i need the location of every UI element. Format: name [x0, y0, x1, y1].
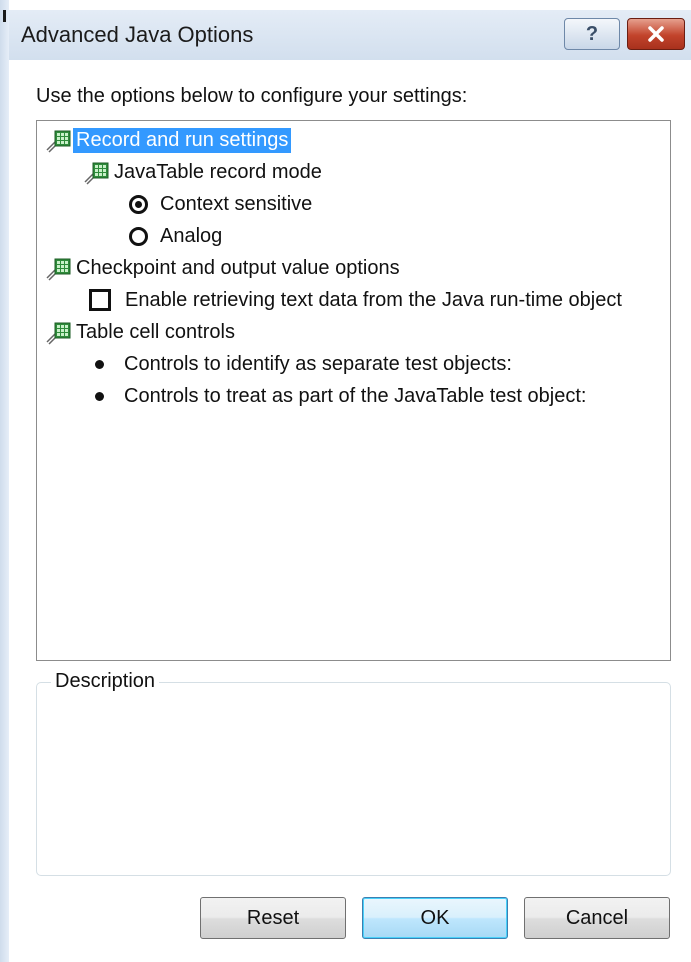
checkbox-enable-retrieving-text[interactable]: Enable retrieving text data from the Jav…	[89, 285, 622, 315]
description-label: Description	[51, 670, 160, 693]
cancel-button[interactable]: Cancel	[524, 897, 670, 939]
settings-node-icon	[46, 258, 71, 281]
settings-node-icon	[84, 162, 109, 185]
checkbox-label: Enable retrieving text data from the Jav…	[125, 288, 622, 311]
help-button[interactable]: ?	[564, 18, 620, 50]
radio-selected-icon[interactable]	[129, 194, 148, 214]
settings-node-icon	[46, 130, 71, 153]
reset-button[interactable]: Reset	[200, 897, 346, 939]
window-title: Advanced Java Options	[21, 22, 254, 47]
description-groupbox: Description	[36, 670, 671, 876]
settings-tree[interactable]: Record and run settings JavaTable record…	[36, 120, 671, 661]
radio-label: Context sensitive	[160, 192, 313, 215]
list-item-label: Controls to treat as part of the JavaTab…	[124, 384, 587, 407]
bullet-icon	[95, 391, 104, 401]
list-item-label: Controls to identify as separate test ob…	[124, 352, 512, 375]
checkbox-unchecked-icon[interactable]	[89, 289, 111, 311]
background-window-edge	[0, 0, 9, 962]
tree-node-record-run-settings[interactable]: Record and run settings	[45, 125, 292, 155]
close-icon	[648, 26, 664, 42]
tree-node-label: Record and run settings	[73, 127, 292, 153]
radio-label: Analog	[160, 224, 223, 247]
radio-analog[interactable]: Analog	[129, 221, 222, 251]
ok-button[interactable]: OK	[362, 897, 508, 939]
list-item-part-of-javatable[interactable]: Controls to treat as part of the JavaTab…	[95, 381, 586, 411]
close-button[interactable]	[627, 18, 685, 50]
tree-node-label: Table cell controls	[76, 320, 235, 343]
radio-unselected-icon[interactable]	[129, 226, 148, 246]
tree-node-table-cell-controls[interactable]: Table cell controls	[45, 317, 238, 347]
list-item-separate-test-objects[interactable]: Controls to identify as separate test ob…	[95, 349, 512, 379]
tree-node-label: JavaTable record mode	[114, 160, 322, 183]
bullet-icon	[95, 359, 104, 369]
intro-text: Use the options below to configure your …	[36, 85, 468, 107]
title-bar[interactable]: Advanced Java Options ?	[9, 10, 691, 60]
tree-node-label: Checkpoint and output value options	[76, 256, 400, 279]
radio-context-sensitive[interactable]: Context sensitive	[129, 189, 312, 219]
settings-node-icon	[46, 322, 71, 345]
advanced-java-options-dialog: Advanced Java Options ? Use the options …	[0, 0, 691, 962]
tree-node-javatable-record-mode[interactable]: JavaTable record mode	[83, 157, 325, 187]
help-icon: ?	[585, 22, 599, 45]
tree-node-checkpoint-options[interactable]: Checkpoint and output value options	[45, 253, 403, 283]
